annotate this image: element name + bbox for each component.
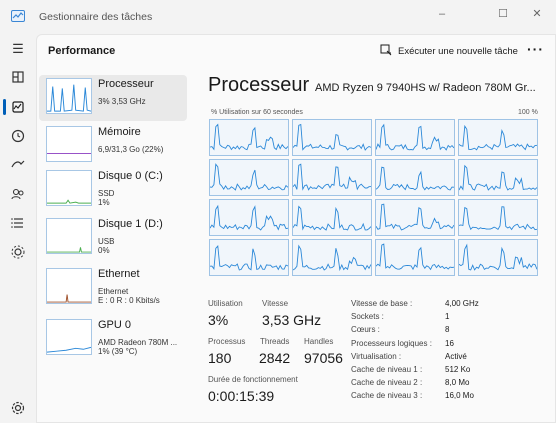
core-graph [209, 239, 289, 276]
graph-time-label: % Utilisation sur 60 secondes [211, 109, 303, 116]
device-name: Ethernet [98, 268, 140, 280]
title-bar: Gestionnaire des tâches – ☐ ✕ [0, 0, 556, 34]
spec-value: 8,0 Mo [445, 378, 470, 388]
task-manager-window: Gestionnaire des tâches – ☐ ✕ ☰ Performa… [0, 0, 556, 423]
settings-icon[interactable] [8, 398, 28, 418]
hamburger-icon[interactable]: ☰ [8, 39, 28, 59]
core-graph [458, 199, 538, 236]
spec-value: 16,0 Mo [445, 391, 474, 401]
window-title: Gestionnaire des tâches [39, 11, 153, 23]
spec-key: Cache de niveau 2 : [351, 378, 423, 388]
spec-key: Virtualisation : [351, 351, 402, 361]
uptime-value: 0:00:15:39 [208, 388, 275, 404]
device-thumbnail-graph [46, 218, 92, 254]
device-detail-2: 1% (39 °C) [98, 347, 138, 356]
utilisation-label: Utilisation [208, 299, 243, 308]
cpu-model: AMD Ryzen 9 7940HS w/ Radeon 780M Gr... [315, 82, 536, 94]
spec-value: 1 [445, 312, 450, 322]
spec-key: Cache de niveau 1 : [351, 365, 423, 374]
spec-key: Cache de niveau 3 : [351, 391, 423, 401]
processus-value: 180 [208, 350, 232, 366]
device-detail-2: 0% [98, 246, 110, 255]
vitesse-label: Vitesse [262, 299, 289, 308]
device-name: GPU 0 [98, 319, 132, 331]
core-graph [292, 239, 372, 276]
run-new-task-label: Exécuter une nouvelle tâche [398, 45, 518, 57]
threads-value: 2842 [259, 350, 291, 366]
spec-key: Cœurs : [351, 325, 380, 335]
device-thumbnail-graph [46, 78, 92, 114]
core-graph [375, 239, 455, 276]
core-graph [209, 199, 289, 236]
cpu-title: Processeur [208, 74, 310, 96]
device-thumbnail-graph [46, 268, 92, 304]
device-disque-0[interactable]: Disque 0 (C:) SSD 1% [39, 167, 187, 213]
device-thumbnail-graph [46, 170, 92, 206]
spec-value: 8 [445, 325, 450, 335]
uptime-label: Durée de fonctionnement [208, 375, 298, 384]
device-detail: AMD Radeon 780M ... [98, 338, 178, 347]
device-name: Processeur [98, 78, 154, 90]
page-title: Performance [48, 45, 116, 57]
spec-value: 512 Ko [445, 365, 471, 374]
spec-key: Processeurs logiques : [351, 338, 432, 348]
graph-max-label: 100 % [518, 109, 538, 116]
spec-value: 16 [445, 338, 454, 348]
device-detail: 3% 3,53 GHz [98, 97, 146, 106]
performance-icon[interactable] [8, 97, 28, 117]
details-icon[interactable] [8, 213, 28, 233]
device-disque-1[interactable]: Disque 1 (D:) USB 0% [39, 215, 187, 261]
device-detail: 6,9/31,3 Go (22%) [98, 145, 164, 154]
core-graph [458, 239, 538, 276]
core-graph [292, 159, 372, 196]
device-ethernet[interactable]: Ethernet Ethernet E : 0 R : 0 Kbits/s [39, 265, 187, 311]
maximize-button[interactable]: ☐ [488, 4, 518, 24]
device-detail-2: E : 0 R : 0 Kbits/s [98, 296, 160, 305]
services-icon[interactable] [8, 242, 28, 262]
close-button[interactable]: ✕ [522, 4, 552, 24]
device-detail: SSD [98, 189, 115, 198]
performance-page: Performance Exécuter une nouvelle tâche … [36, 34, 556, 423]
spec-value: 4,00 GHz [445, 299, 479, 308]
core-graph [375, 119, 455, 156]
device-name: Disque 1 (D:) [98, 218, 163, 230]
core-graph [292, 199, 372, 236]
device-processeur[interactable]: Processeur 3% 3,53 GHz [39, 75, 187, 121]
handles-value: 97056 [304, 350, 343, 366]
more-options-button[interactable]: ··· [527, 41, 544, 57]
spec-key: Vitesse de base : [351, 299, 413, 308]
run-new-task-button[interactable]: Exécuter une nouvelle tâche [380, 41, 518, 61]
core-graph [458, 119, 538, 156]
device-name: Mémoire [98, 126, 141, 138]
threads-label: Threads [260, 337, 290, 346]
app-history-icon[interactable] [8, 126, 28, 146]
handles-label: Handles [304, 337, 334, 346]
users-icon[interactable] [8, 184, 28, 204]
device-thumbnail-graph [46, 126, 92, 162]
device-detail: Ethernet [98, 287, 129, 296]
core-graph [458, 159, 538, 196]
device-gpu-0[interactable]: GPU 0 AMD Radeon 780M ... 1% (39 °C) [39, 316, 187, 362]
device-memoire[interactable]: Mémoire 6,9/31,3 Go (22%) [39, 123, 187, 169]
minimize-button[interactable]: – [427, 4, 457, 24]
vitesse-value: 3,53 GHz [262, 312, 322, 328]
run-task-icon [380, 44, 392, 59]
device-detail-2: 1% [98, 198, 110, 207]
spec-value: Activé [445, 351, 467, 361]
spec-key: Sockets : [351, 312, 384, 322]
nav-active-indicator [3, 99, 6, 115]
core-graph [375, 159, 455, 196]
core-graph [209, 119, 289, 156]
utilisation-value: 3% [208, 312, 229, 328]
processes-icon[interactable] [8, 67, 28, 87]
task-manager-app-icon [11, 10, 25, 22]
core-graph [292, 119, 372, 156]
device-detail: USB [98, 237, 115, 246]
device-thumbnail-graph [46, 319, 92, 355]
core-graph [375, 199, 455, 236]
startup-icon[interactable] [8, 154, 28, 174]
core-graph [209, 159, 289, 196]
device-name: Disque 0 (C:) [98, 170, 163, 182]
processus-label: Processus [208, 337, 246, 346]
